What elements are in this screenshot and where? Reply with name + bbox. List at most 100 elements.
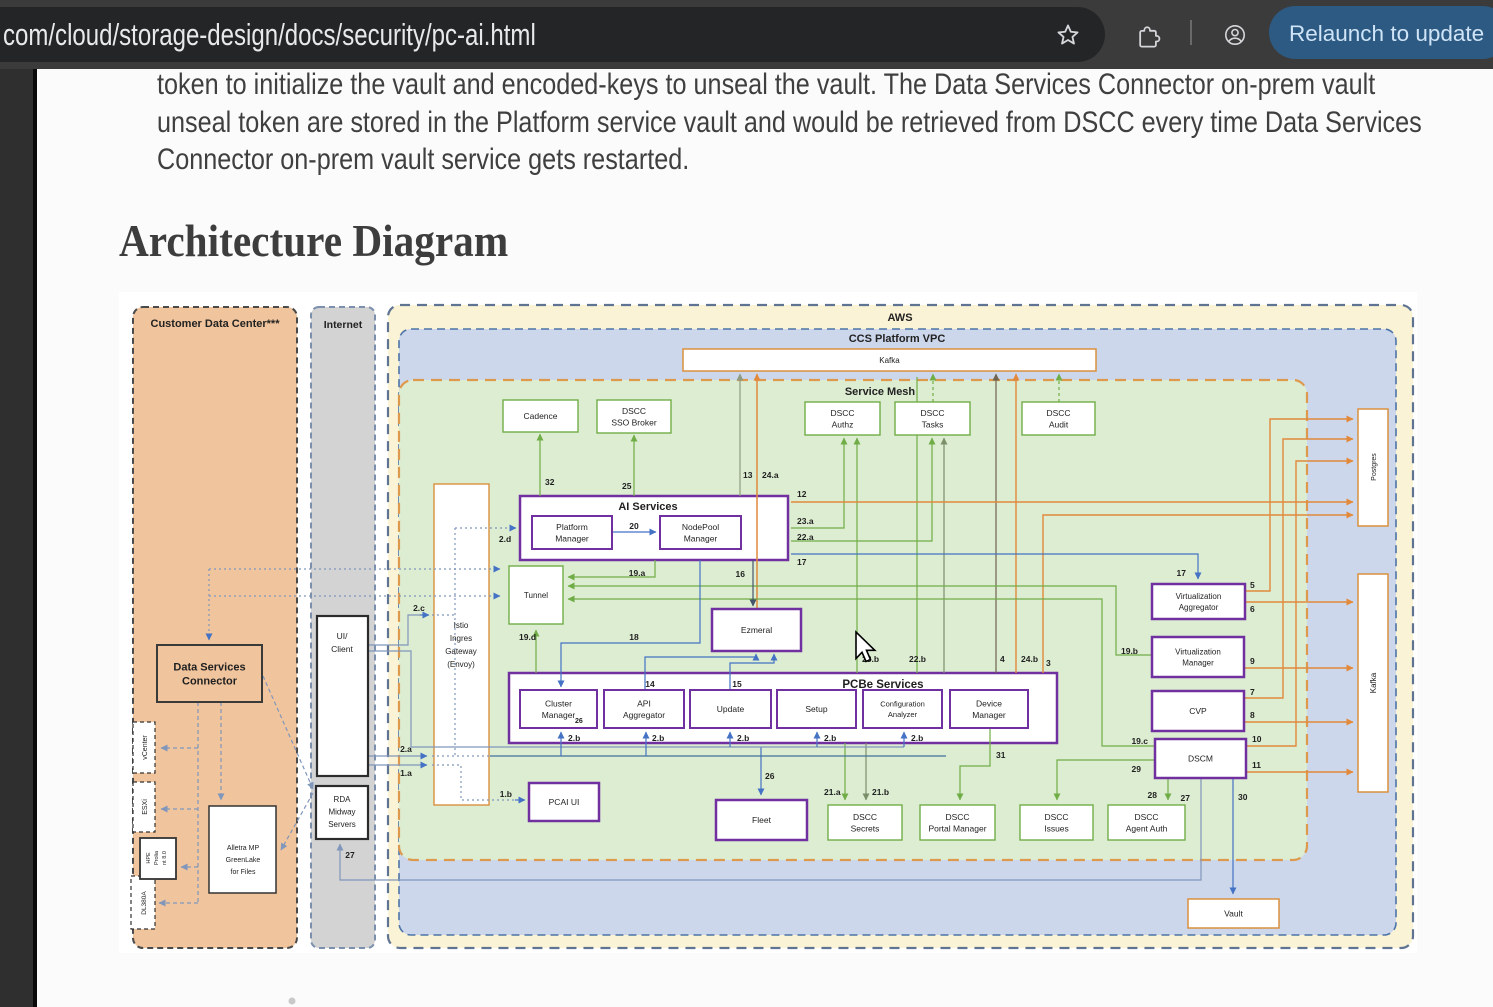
svg-text:Aggregator: Aggregator (1179, 603, 1219, 612)
svg-text:9: 9 (1250, 656, 1255, 666)
svg-text:DSCC: DSCC (945, 812, 969, 822)
svg-text:CCS Platform VPC: CCS Platform VPC (849, 333, 946, 345)
svg-text:1.b: 1.b (500, 789, 512, 799)
svg-text:Update: Update (717, 704, 745, 714)
svg-text:Analyzer: Analyzer (888, 710, 918, 719)
svg-text:Manager: Manager (972, 710, 1006, 720)
svg-text:Service Mesh: Service Mesh (845, 386, 916, 398)
svg-text:Kafka: Kafka (879, 356, 900, 365)
svg-text:27: 27 (345, 850, 355, 860)
svg-text:GreenLake: GreenLake (226, 857, 261, 864)
svg-text:26: 26 (575, 718, 583, 725)
svg-text:2.a: 2.a (400, 744, 412, 754)
svg-text:ESXi: ESXi (142, 799, 149, 815)
svg-text:28: 28 (1148, 790, 1158, 800)
svg-text:Connector: Connector (182, 676, 238, 688)
svg-text:AI Services: AI Services (618, 501, 677, 513)
svg-text:Tasks: Tasks (922, 419, 944, 429)
svg-text:19.d: 19.d (519, 632, 536, 642)
svg-text:DSCC: DSCC (1044, 812, 1068, 822)
svg-text:Cluster: Cluster (545, 698, 572, 708)
svg-text:7: 7 (1250, 687, 1255, 697)
svg-text:Gateway: Gateway (445, 647, 477, 656)
svg-text:Fleet: Fleet (752, 815, 772, 825)
svg-text:DSCC: DSCC (622, 406, 646, 416)
svg-text:DSCC: DSCC (830, 408, 854, 418)
svg-text:nt 8.0: nt 8.0 (162, 851, 168, 865)
svg-text:DL380A: DL380A (141, 891, 148, 915)
svg-text:Alletra MP: Alletra MP (227, 845, 260, 852)
svg-text:31: 31 (996, 750, 1006, 760)
svg-text:Data Services: Data Services (173, 662, 245, 674)
svg-text:15: 15 (732, 679, 742, 689)
svg-text:4: 4 (1000, 654, 1005, 664)
svg-text:Customer Data Center***: Customer Data Center*** (151, 318, 281, 330)
svg-text:Midway: Midway (328, 808, 355, 817)
svg-text:vCenter: vCenter (142, 735, 149, 760)
svg-text:Cadence: Cadence (523, 411, 557, 421)
svg-text:CVP: CVP (1189, 706, 1207, 716)
svg-text:2.b: 2.b (652, 733, 664, 743)
svg-text:19.c: 19.c (1131, 736, 1148, 746)
svg-text:17: 17 (797, 557, 807, 567)
svg-text:(Envoy): (Envoy) (447, 660, 475, 669)
svg-text:24.a: 24.a (762, 470, 779, 480)
svg-text:Postgres: Postgres (1371, 453, 1378, 481)
svg-text:DSCC: DSCC (1134, 812, 1158, 822)
svg-text:Client: Client (331, 644, 353, 654)
svg-text:23.a: 23.a (797, 516, 814, 526)
svg-text:26: 26 (765, 771, 775, 781)
svg-text:5: 5 (1250, 580, 1255, 590)
svg-text:Ezmeral: Ezmeral (741, 625, 772, 635)
svg-text:11: 11 (1252, 760, 1261, 770)
svg-text:13: 13 (743, 470, 753, 480)
svg-text:24.b: 24.b (1021, 654, 1038, 664)
svg-text:Virtualization: Virtualization (1176, 592, 1222, 601)
svg-text:HPE: HPE (146, 852, 152, 864)
svg-text:Istio: Istio (454, 621, 469, 630)
svg-text:22.a: 22.a (797, 532, 814, 542)
svg-text:19.a: 19.a (629, 568, 646, 578)
svg-text:Manager: Manager (1182, 658, 1214, 667)
svg-text:API: API (637, 698, 651, 708)
svg-text:19.b: 19.b (1121, 646, 1138, 656)
svg-text:2.c: 2.c (413, 603, 425, 613)
svg-text:Agent Auth: Agent Auth (1126, 823, 1168, 833)
svg-text:AWS: AWS (887, 312, 912, 324)
svg-text:18: 18 (629, 632, 639, 642)
svg-text:Tunnel: Tunnel (524, 591, 548, 600)
svg-text:22.b: 22.b (909, 654, 926, 664)
svg-text:DSCM: DSCM (1188, 754, 1213, 764)
svg-text:Vault: Vault (1224, 909, 1243, 919)
svg-text:10: 10 (1252, 734, 1262, 744)
svg-text:8: 8 (1250, 710, 1255, 720)
svg-text:21.b: 21.b (872, 787, 889, 797)
svg-text:30: 30 (1238, 792, 1248, 802)
svg-text:SSO Broker: SSO Broker (611, 417, 657, 427)
svg-text:Ingres: Ingres (450, 634, 472, 643)
svg-text:2.b: 2.b (824, 733, 836, 743)
svg-text:Audit: Audit (1049, 419, 1069, 429)
svg-text:Portal Manager: Portal Manager (928, 823, 986, 833)
svg-text:DSCC: DSCC (1046, 408, 1070, 418)
svg-text:27: 27 (1181, 793, 1191, 803)
svg-text:21.a: 21.a (824, 787, 841, 797)
svg-text:1.a: 1.a (400, 768, 412, 778)
svg-text:Authz: Authz (832, 419, 854, 429)
svg-text:Secrets: Secrets (851, 823, 880, 833)
svg-text:DSCC: DSCC (853, 812, 877, 822)
svg-text:for Files: for Files (231, 869, 256, 876)
svg-text:Manager: Manager (555, 533, 589, 543)
svg-text:RDA: RDA (334, 795, 352, 804)
svg-text:2.b: 2.b (911, 733, 923, 743)
svg-text:Manager: Manager (684, 533, 718, 543)
svg-text:2.b: 2.b (737, 733, 749, 743)
svg-text:Kafka: Kafka (1369, 672, 1378, 693)
svg-text:Manager: Manager (542, 710, 576, 720)
svg-text:Issues: Issues (1044, 823, 1069, 833)
svg-text:Platform: Platform (556, 522, 588, 532)
svg-text:16: 16 (736, 569, 746, 579)
svg-text:Virtualization: Virtualization (1175, 647, 1221, 656)
svg-text:Aggregator: Aggregator (623, 710, 665, 720)
svg-text:Configuration: Configuration (880, 700, 925, 709)
